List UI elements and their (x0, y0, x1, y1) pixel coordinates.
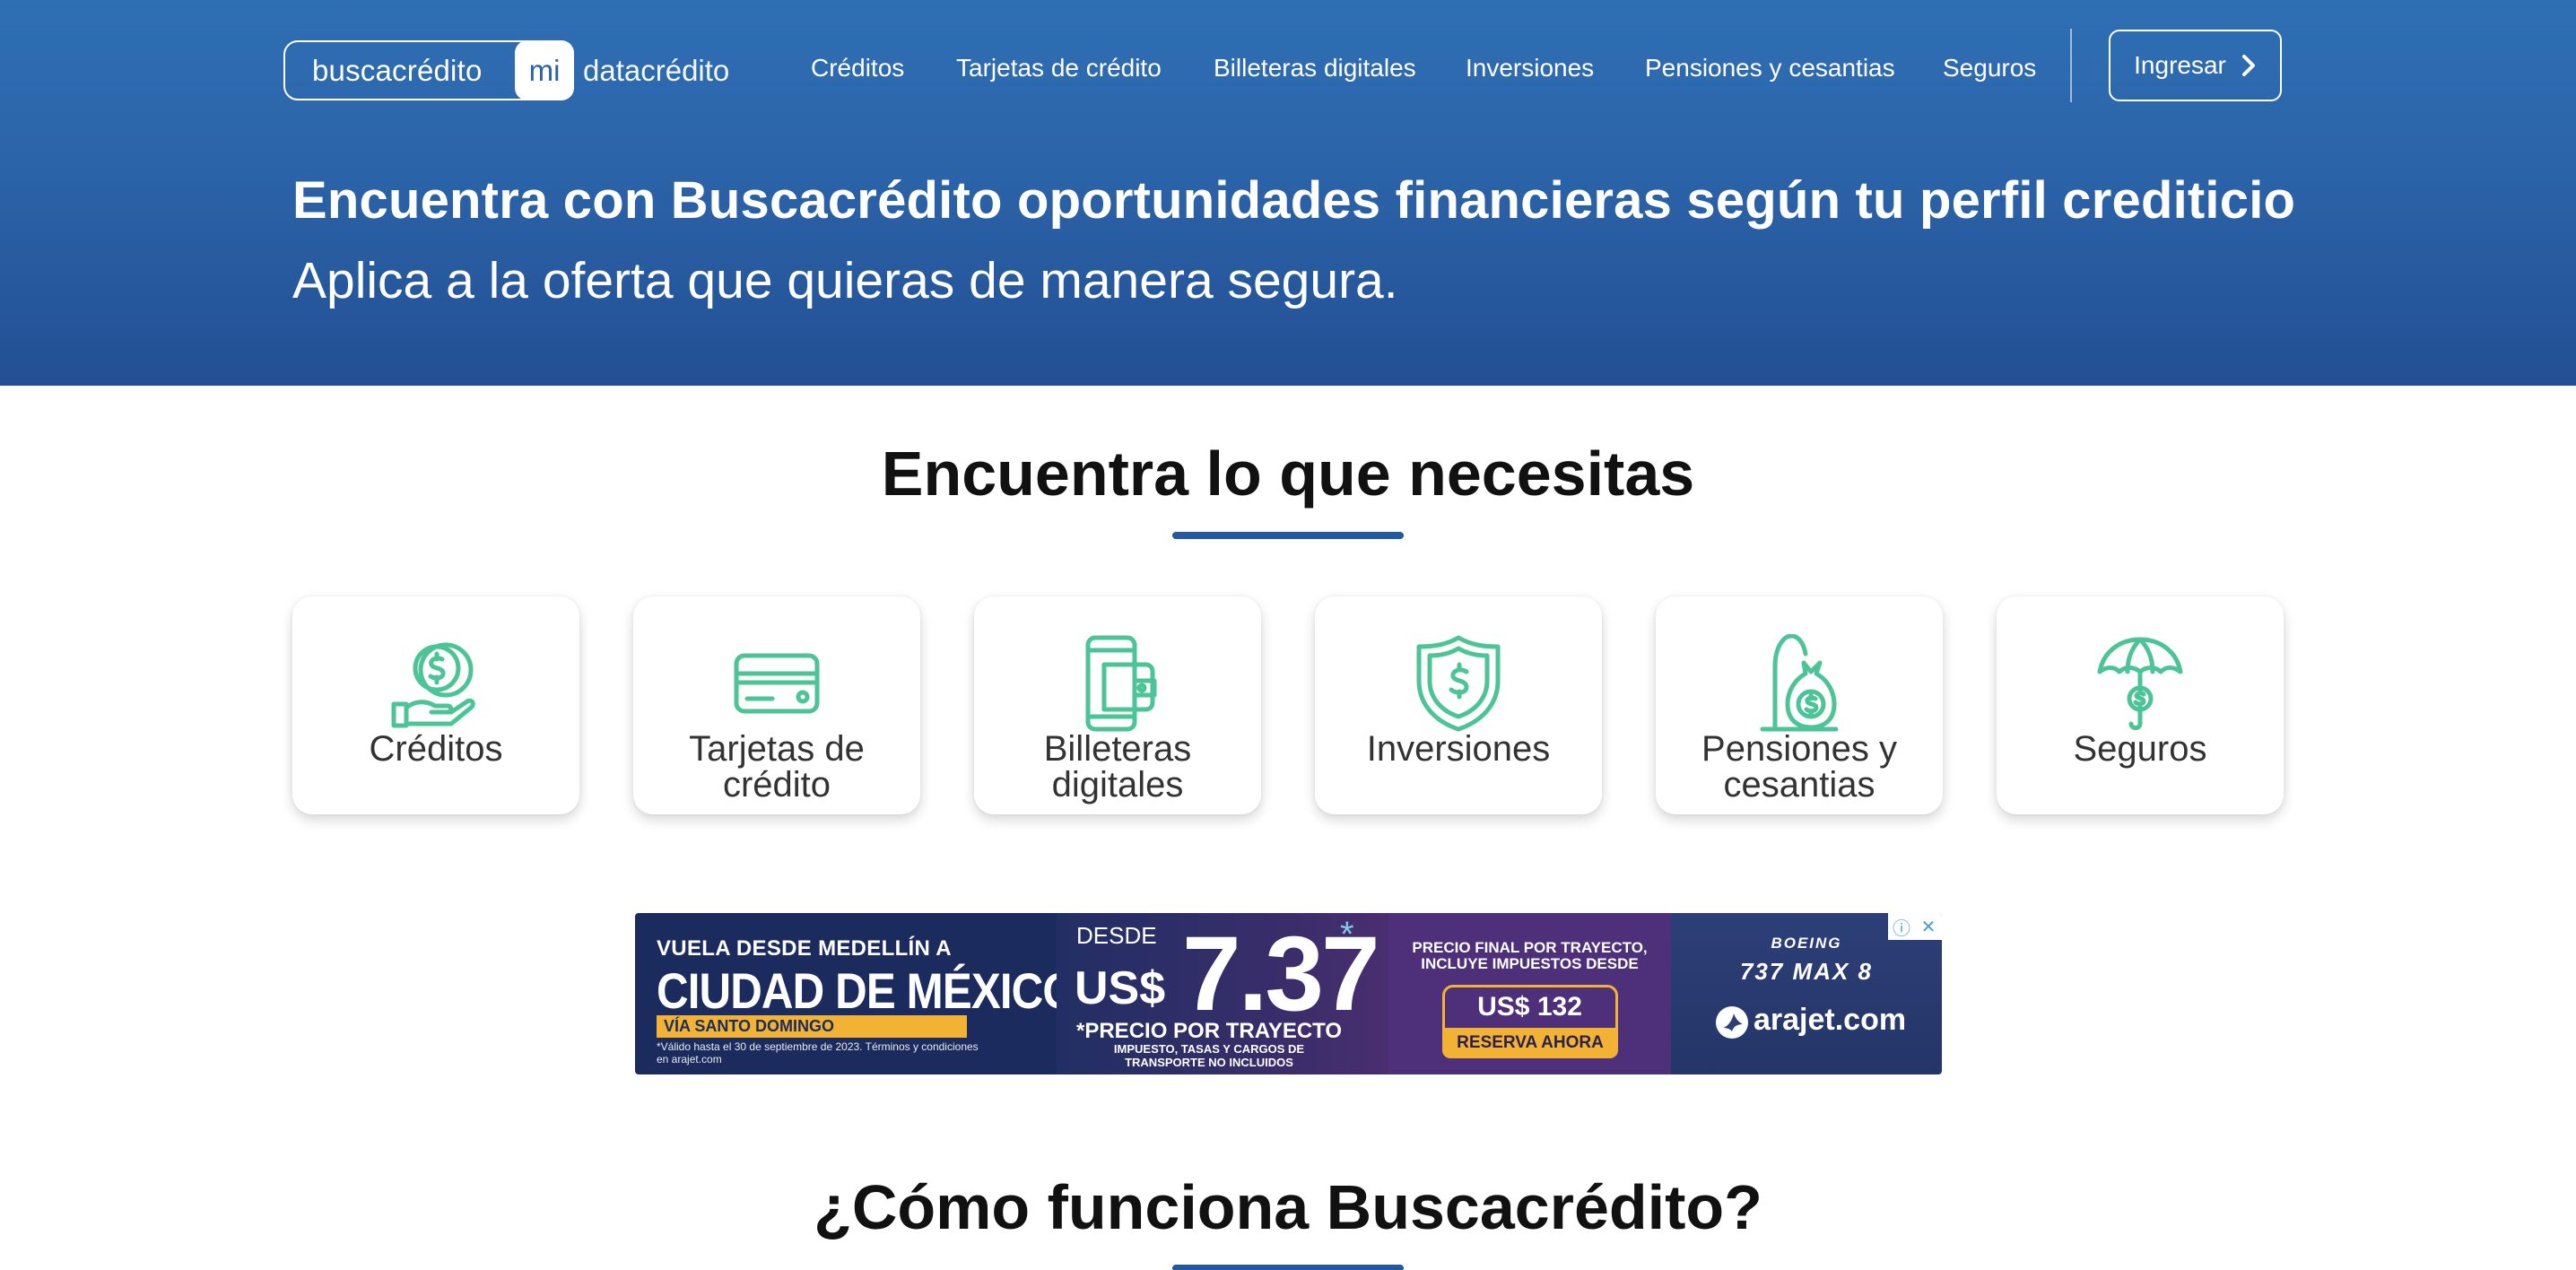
nav-divider (2070, 29, 2072, 102)
category-label: Inversiones (1366, 729, 1551, 769)
nav-item-creditos[interactable]: Créditos (811, 50, 904, 86)
category-card-billeteras[interactable]: Billeteras digitales (974, 596, 1261, 814)
ad-destination-panel: VUELA DESDE MEDELLÍN A CIUDAD DE MÉXICO … (635, 913, 1077, 1074)
logo-frame: buscacrédito mi (283, 40, 574, 100)
category-label: Créditos (369, 729, 503, 769)
ad-brand-name: arajet.com (1754, 1003, 1907, 1037)
ad-price-note: *PRECIO POR TRAYECTO (1076, 1019, 1343, 1043)
ad-destination: CIUDAD DE MÉXICO (657, 962, 1077, 1019)
hero-title: Encuentra con Buscacrédito oportunidades… (292, 171, 2296, 230)
login-button-label: Ingresar (2134, 51, 2226, 79)
section-underline-how (1172, 1265, 1404, 1270)
logo-mi-badge: mi (515, 40, 574, 100)
logo-datacredito-text: datacrédito (583, 53, 730, 87)
section-title-categories: Encuentra lo que necesitas (881, 439, 1695, 509)
ad-desde: DESDE (1076, 922, 1157, 949)
money-bag-icon (1750, 633, 1849, 733)
logo-buscacredito-text: buscacrédito (312, 53, 483, 87)
ad-price-note2: IMPUESTO, TASAS Y CARGOS DE TRANSPORTE N… (1113, 1042, 1305, 1069)
nav-item-pensiones[interactable]: Pensiones y cesantias (1645, 50, 1895, 86)
ad-route: VÍA SANTO DOMINGO (657, 1015, 967, 1038)
ad-final-price: US$ 132 (1477, 992, 1582, 1022)
ad-banner[interactable]: VUELA DESDE MEDELLÍN A CIUDAD DE MÉXICO … (635, 913, 1942, 1074)
nav-item-billeteras[interactable]: Billeteras digitales (1214, 50, 1416, 86)
nav-item-seguros[interactable]: Seguros (1943, 50, 2036, 86)
shield-dollar-icon (1409, 634, 1508, 733)
ad-controls: ⓘ ✕ (1888, 913, 1942, 940)
ad-close-icon[interactable]: ✕ (1915, 913, 1942, 940)
ad-price-star: * (1340, 915, 1354, 954)
phone-wallet-icon (1068, 634, 1167, 733)
category-card-creditos[interactable]: Créditos (292, 596, 579, 814)
category-card-pensiones[interactable]: Pensiones y cesantias (1656, 596, 1943, 814)
category-label: Billeteras digitales (1043, 729, 1192, 805)
credit-card-icon (727, 634, 826, 733)
umbrella-dollar-icon (2091, 634, 2189, 733)
category-card-tarjetas[interactable]: Tarjetas de crédito (633, 596, 920, 814)
ad-model: 737 MAX 8 (1739, 958, 1874, 985)
nav-item-tarjetas[interactable]: Tarjetas de crédito (956, 50, 1162, 86)
section-title-how: ¿Cómo funciona Buscacrédito? (814, 1172, 1762, 1242)
hero-subtitle: Aplica a la oferta que quieras de manera… (292, 252, 1398, 309)
hand-coin-icon (387, 634, 485, 733)
category-card-inversiones[interactable]: Inversiones (1315, 596, 1602, 814)
category-label: Seguros (2073, 729, 2207, 769)
ad-disclaimer: *Válido hasta el 30 de septiembre de 202… (657, 1040, 979, 1066)
section-underline (1172, 532, 1404, 539)
ad-final-label: PRECIO FINAL POR TRAYECTO, INCLUYE IMPUE… (1412, 939, 1648, 972)
ad-info-icon[interactable]: ⓘ (1888, 913, 1915, 940)
nav-item-inversiones[interactable]: Inversiones (1466, 50, 1594, 86)
ad-line1: VUELA DESDE MEDELLÍN A (657, 936, 952, 961)
category-card-seguros[interactable]: Seguros (1997, 596, 2284, 814)
ad-final-price-panel: PRECIO FINAL POR TRAYECTO, INCLUYE IMPUE… (1388, 913, 1671, 1074)
login-button[interactable]: Ingresar (2109, 30, 2282, 101)
ad-cta-button[interactable]: RESERVA AHORA (1442, 1028, 1618, 1058)
ad-price-panel: DESDE US$ 7.37 * *PRECIO POR TRAYECTO IM… (1057, 913, 1388, 1074)
arajet-bird-icon (1716, 1006, 1748, 1039)
chevron-right-icon (2241, 55, 2255, 76)
category-label: Tarjetas de crédito (689, 729, 865, 805)
ad-currency: US$ (1075, 962, 1166, 1014)
category-label: Pensiones y cesantias (1701, 729, 1897, 805)
hero-banner: buscacrédito mi datacrédito Créditos Tar… (0, 0, 2576, 386)
site-logo[interactable]: buscacrédito mi datacrédito (283, 40, 736, 100)
ad-brand-panel: BOEING 737 MAX 8 arajet.com ⓘ ✕ (1671, 913, 1942, 1074)
